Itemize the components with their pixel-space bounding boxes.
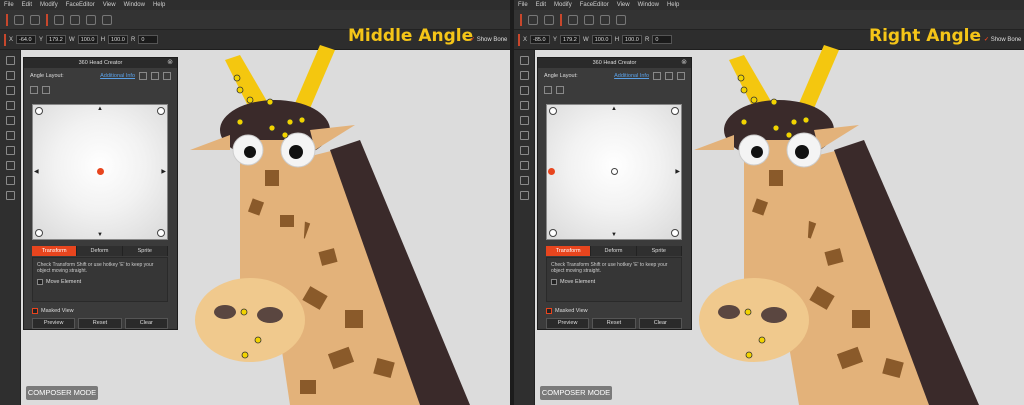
reset-button[interactable]: Reset: [592, 318, 636, 329]
clear-button[interactable]: Clear: [124, 318, 168, 329]
corner-handle-top-right[interactable]: [157, 107, 165, 115]
tab-deform[interactable]: Deform: [77, 246, 123, 256]
corner-handle-bottom-right[interactable]: [157, 229, 165, 237]
move-icon[interactable]: [544, 86, 552, 94]
masked-view-row: Masked View: [546, 308, 588, 314]
tab-body: Check Transform Shift or use hotkey 'E' …: [32, 257, 168, 302]
head-creator-panel: 360 Head Creator ⊗ Angle Layout: Additio…: [23, 57, 178, 330]
masked-view-row: Masked View: [32, 308, 74, 314]
tab-transform[interactable]: Transform: [32, 246, 78, 256]
corner-handle-top-right[interactable]: [671, 107, 679, 115]
masked-view-checkbox[interactable]: [32, 308, 38, 314]
refresh-icon[interactable]: [139, 72, 147, 80]
arrow-right-icon[interactable]: ▶: [161, 168, 166, 175]
crosshair-icon[interactable]: [556, 86, 564, 94]
middle-angle-pane: File Edit Modify FaceEditor View Window …: [0, 0, 510, 405]
arrow-right-icon[interactable]: ▶: [675, 168, 680, 175]
composer-mode-badge[interactable]: COMPOSER MODE: [540, 386, 612, 400]
corner-handle-top-left[interactable]: [549, 107, 557, 115]
angle-position-marker[interactable]: [548, 168, 555, 175]
additional-info-link[interactable]: Additional Info: [614, 73, 649, 79]
additional-info-link[interactable]: Additional Info: [100, 73, 135, 79]
masked-view-label: Masked View: [41, 308, 74, 314]
move-element-label: Move Element: [560, 279, 596, 285]
folder-icon[interactable]: [677, 72, 685, 80]
tab-transform[interactable]: Transform: [546, 246, 592, 256]
head-creator-panel: 360 Head Creator ⊗ Angle Layout: Additio…: [537, 57, 692, 330]
angle-layout-row: Angle Layout: Additional Info: [538, 68, 691, 84]
move-element-row: Move Element: [551, 279, 677, 285]
panel-buttons: Preview Reset Clear: [32, 318, 168, 329]
move-element-checkbox[interactable]: [37, 279, 43, 285]
corner-handle-bottom-right[interactable]: [671, 229, 679, 237]
refresh-icon[interactable]: [653, 72, 661, 80]
preview-button[interactable]: Preview: [546, 318, 590, 329]
crosshair-icon[interactable]: [42, 86, 50, 94]
panel-header: 360 Head Creator ⊗: [538, 58, 691, 68]
stage-tools-row: [24, 84, 177, 96]
center-handle[interactable]: [611, 168, 618, 175]
panel-tabs: Transform Deform Sprite: [32, 246, 168, 256]
corner-handle-bottom-left[interactable]: [35, 229, 43, 237]
corner-handle-bottom-left[interactable]: [549, 229, 557, 237]
move-element-label: Move Element: [46, 279, 82, 285]
folder-icon[interactable]: [163, 72, 171, 80]
composer-mode-badge[interactable]: COMPOSER MODE: [26, 386, 98, 400]
angle-stage[interactable]: ▲ ▼ ◀ ▶: [32, 104, 168, 240]
close-icon[interactable]: ⊗: [681, 58, 687, 68]
save-icon[interactable]: [151, 72, 159, 80]
panel-buttons: Preview Reset Clear: [546, 318, 682, 329]
clear-button[interactable]: Clear: [638, 318, 682, 329]
move-element-row: Move Element: [37, 279, 163, 285]
angle-layout-label: Angle Layout:: [544, 73, 578, 79]
close-icon[interactable]: ⊗: [167, 58, 173, 68]
move-icon[interactable]: [30, 86, 38, 94]
tab-body: Check Transform Shift or use hotkey 'E' …: [546, 257, 682, 302]
angle-stage[interactable]: ▲ ▼ ▶: [546, 104, 682, 240]
right-angle-pane: File Edit Modify FaceEditor View Window …: [514, 0, 1024, 405]
arrow-down-icon[interactable]: ▼: [611, 232, 617, 238]
angle-layout-row: Angle Layout: Additional Info: [24, 68, 177, 84]
reset-button[interactable]: Reset: [78, 318, 122, 329]
masked-view-checkbox[interactable]: [546, 308, 552, 314]
tab-deform[interactable]: Deform: [591, 246, 637, 256]
arrow-up-icon[interactable]: ▲: [611, 106, 617, 112]
masked-view-label: Masked View: [555, 308, 588, 314]
tab-sprite[interactable]: Sprite: [122, 246, 168, 256]
tab-sprite[interactable]: Sprite: [636, 246, 682, 256]
panel-title: 360 Head Creator: [592, 60, 637, 66]
stage-tools-row: [538, 84, 691, 96]
angle-layout-label: Angle Layout:: [30, 73, 64, 79]
panel-tabs: Transform Deform Sprite: [546, 246, 682, 256]
transform-tip: Check Transform Shift or use hotkey 'E' …: [37, 262, 154, 274]
transform-tip: Check Transform Shift or use hotkey 'E' …: [551, 262, 668, 274]
panel-title: 360 Head Creator: [78, 60, 123, 66]
arrow-left-icon[interactable]: ◀: [34, 168, 39, 175]
corner-handle-top-left[interactable]: [35, 107, 43, 115]
move-element-checkbox[interactable]: [551, 279, 557, 285]
arrow-up-icon[interactable]: ▲: [97, 106, 103, 112]
save-icon[interactable]: [665, 72, 673, 80]
preview-button[interactable]: Preview: [32, 318, 76, 329]
arrow-down-icon[interactable]: ▼: [97, 232, 103, 238]
panel-header: 360 Head Creator ⊗: [24, 58, 177, 68]
angle-position-marker[interactable]: [97, 168, 104, 175]
